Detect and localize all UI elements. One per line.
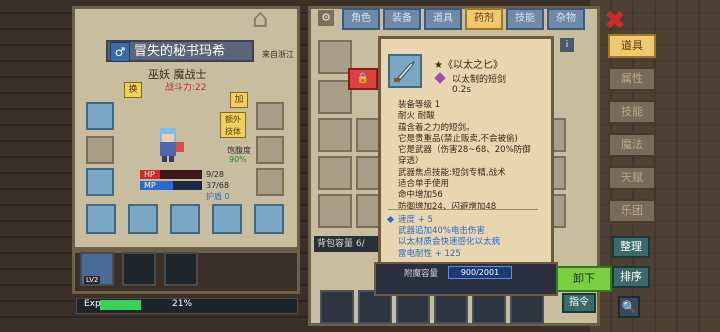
hp-label: HP <box>144 170 155 179</box>
description-line: 耐火 耐酸 <box>398 111 435 122</box>
side-menu-4[interactable]: 魔法 <box>608 133 656 157</box>
description-line: 它是武器（伤害28~68、20%防御 <box>398 145 531 156</box>
description-line: 适合单手使用 <box>398 179 450 190</box>
enchant-capacity-value: 900/2001 <box>448 266 512 279</box>
extra-label-1: 额外 <box>225 115 241 124</box>
inventory-slot-1[interactable] <box>318 40 352 74</box>
tab-5[interactable]: 技能 <box>506 8 544 30</box>
tooltip-divider <box>388 209 538 210</box>
unequip-button[interactable]: 卸下 <box>556 266 612 292</box>
info-icon[interactable]: i <box>560 38 574 52</box>
description-line: 它是贵重品(禁止贩卖,不会被偷) <box>398 133 518 144</box>
exp-label: Exp <box>84 299 101 309</box>
search-icon[interactable]: 🔍 <box>618 296 640 318</box>
enchant-line: 速度 + 5 <box>398 215 433 225</box>
bag-capacity: 背包容量 6/ <box>314 236 384 252</box>
equip-slot-empty-2[interactable] <box>256 102 284 130</box>
male-icon: ♂ <box>110 42 130 62</box>
inventory-slot-2[interactable] <box>318 80 352 114</box>
dagger-icon <box>388 54 422 88</box>
item-subtitle: 以太制的短剑 <box>452 75 507 85</box>
side-menu-6[interactable]: 乐团 <box>608 199 656 223</box>
hanger-icon: ⌂ <box>252 4 269 34</box>
side-menu-3[interactable]: 技能 <box>608 100 656 124</box>
item-speed: 0.2s <box>452 85 472 95</box>
side-menu-2[interactable]: 属性 <box>608 67 656 91</box>
exp-value: 21% <box>172 299 193 309</box>
hp-value: 9/28 <box>206 170 224 179</box>
mp-label: MP <box>144 181 156 190</box>
command-button[interactable]: 指令 <box>562 293 596 313</box>
tab-1[interactable]: 角色 <box>342 8 380 30</box>
party-member-level: LV2 <box>84 276 101 284</box>
description-line: 武器焦点技能:短剑专精,战术 <box>398 167 506 178</box>
add-stat-button[interactable]: 加 <box>230 92 248 108</box>
enchant-line: 武器追加40%电击伤害 <box>398 226 485 237</box>
tab-3[interactable]: 道具 <box>424 8 462 30</box>
sort-button[interactable]: 整理 <box>612 236 650 258</box>
enchant-line: 以太材质会快速感化以太病 <box>398 237 501 248</box>
satiety-value: 90% <box>229 155 247 164</box>
party-member-empty-2[interactable] <box>164 252 198 286</box>
description-line: 防御增加24、闪避增加48 <box>398 201 497 212</box>
description-line: 命中增加56 <box>398 190 443 201</box>
description-line: 穿透） <box>398 156 424 167</box>
equip-slot-potion-2[interactable] <box>254 204 284 234</box>
side-menu-5[interactable]: 天赋 <box>608 166 656 190</box>
lock-icon[interactable]: 🔒 <box>348 68 378 90</box>
equip-slot-weapon-2[interactable] <box>170 204 200 234</box>
equip-slot-empty-4[interactable] <box>256 168 284 196</box>
item-description: 装备等级 1 耐火 耐酸 蕴含着之力的短剑。 它是贵重品(禁止贩卖,不会被偷) 它是武器… <box>398 100 548 213</box>
swap-button[interactable]: 换 <box>124 82 142 98</box>
item-name: ★《以太之匕》 <box>434 60 503 71</box>
extra-label-2: 技体 <box>225 127 241 136</box>
side-menu-1[interactable]: 道具 <box>608 34 656 58</box>
party-member-empty-1[interactable] <box>122 252 156 286</box>
character-origin: 来自浙江 <box>262 50 294 59</box>
close-icon[interactable]: ✖ <box>604 8 626 34</box>
mp-value: 37/68 <box>206 181 230 190</box>
inventory-slot-3[interactable] <box>318 118 352 152</box>
equip-slot-empty-3[interactable] <box>256 136 284 164</box>
item-enchant-stats: 速度 + 5 武器追加40%电击伤害 以太材质会快速感化以太病 雷电耐性 + 125 <box>398 215 548 260</box>
enchant-capacity-label: 附魔容量 <box>404 269 439 279</box>
description-line: 蕴含着之力的短剑。 <box>398 122 475 133</box>
equip-slot-card[interactable] <box>212 204 242 234</box>
tab-4[interactable]: 药剂 <box>465 8 503 30</box>
order-button[interactable]: 排序 <box>612 266 650 288</box>
equip-slot-weapon-1[interactable] <box>128 204 158 234</box>
tab-6[interactable]: 杂物 <box>547 8 585 30</box>
equip-slot-empty-1[interactable] <box>86 136 114 164</box>
inventory-slot-5[interactable] <box>318 194 352 228</box>
tool-slot-1[interactable] <box>320 290 354 324</box>
description-line: 装备等级 1 <box>398 100 441 110</box>
combat-power: 战斗力:22 <box>165 83 207 93</box>
shield-value: 护盾 0 <box>206 192 230 201</box>
enchant-line: 雷电耐性 + 125 <box>398 248 461 259</box>
settings-icon[interactable]: ⚙ <box>318 10 334 26</box>
tab-2[interactable]: 装备 <box>383 8 421 30</box>
inventory-slot-4[interactable] <box>318 156 352 190</box>
equip-slot-armor[interactable] <box>86 168 114 196</box>
equip-slot-potion[interactable] <box>86 204 116 234</box>
extra-body-button[interactable]: 额外 技体 <box>220 112 246 138</box>
equip-slot-amulet[interactable] <box>86 102 114 130</box>
character-sprite <box>148 124 188 164</box>
exp-bar-fill <box>100 300 141 310</box>
